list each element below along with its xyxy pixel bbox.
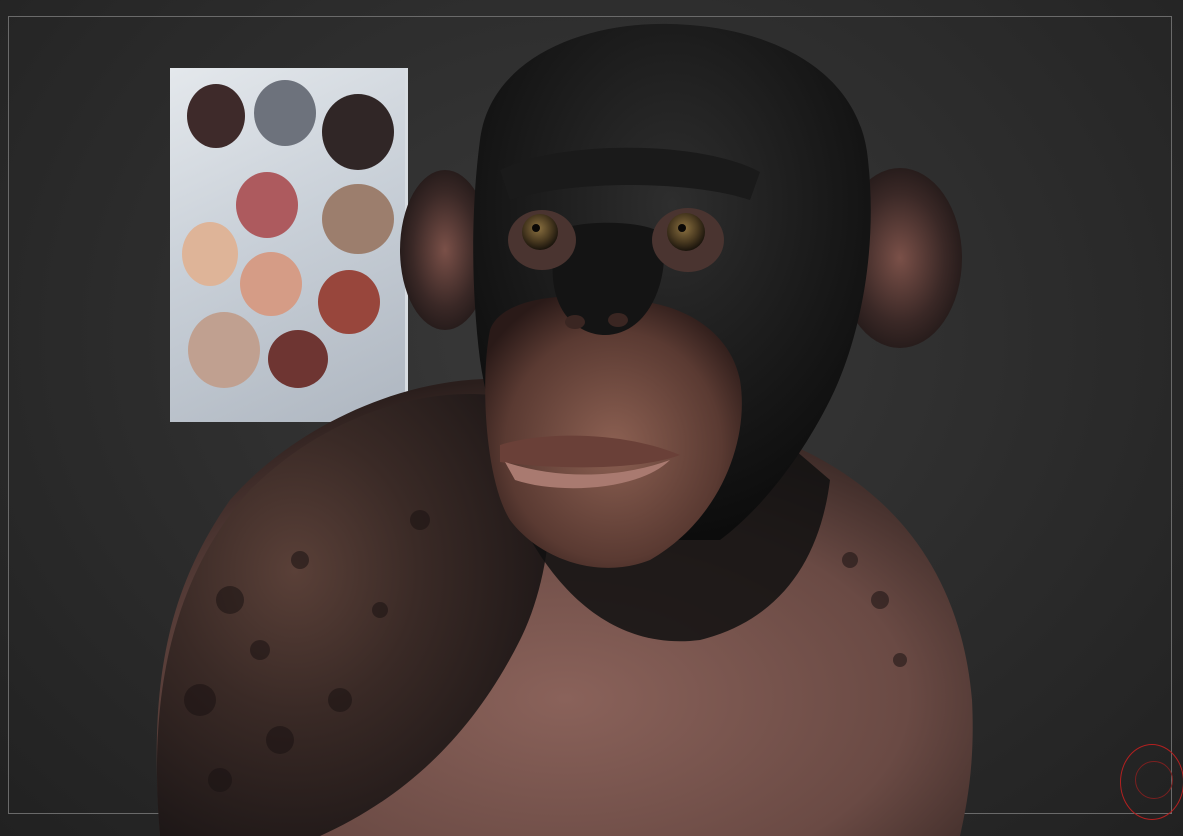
chimpanzee-bust-model (156, 23, 973, 836)
right-eye (667, 213, 705, 251)
left-nostril (565, 315, 585, 329)
gizmo-inner-ring (1135, 761, 1173, 799)
viewport[interactable] (0, 0, 1183, 836)
right-nostril (608, 313, 628, 327)
left-eye (522, 214, 558, 250)
navigation-gizmo-icon[interactable] (1120, 744, 1183, 820)
